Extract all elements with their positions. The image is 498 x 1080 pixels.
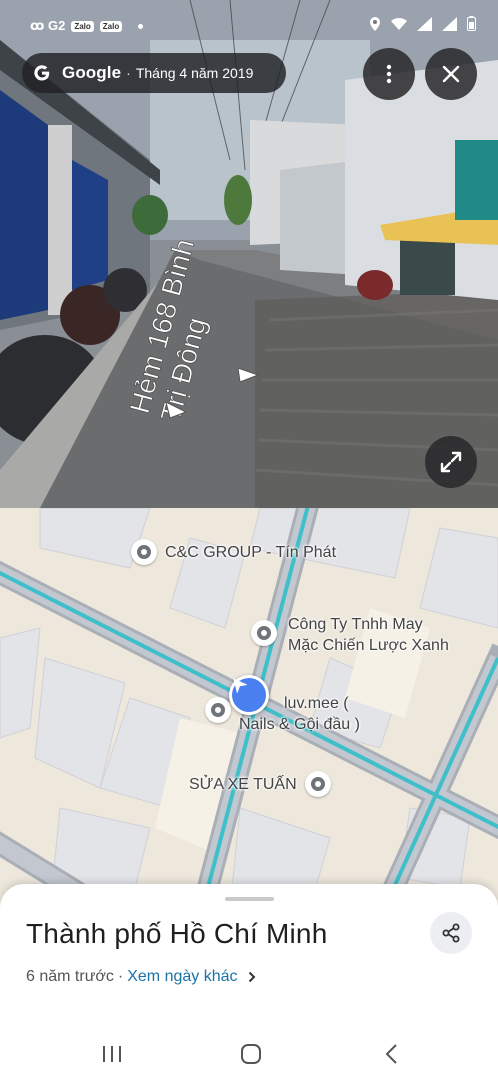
google-brand: Google — [62, 63, 122, 82]
separator-dot: · — [117, 968, 124, 985]
back-button[interactable] — [371, 1036, 411, 1072]
wifi-icon — [391, 17, 407, 30]
map-view[interactable]: C&C GROUP - Tín Phát Công Ty Tnhh May Mặ… — [0, 508, 498, 908]
recent-apps-button[interactable] — [92, 1036, 132, 1072]
system-nav-bar — [0, 1030, 498, 1080]
header-separator: · — [126, 65, 131, 81]
location-icon — [370, 16, 380, 31]
fullscreen-icon — [440, 451, 462, 473]
poi-label: Công Ty Tnhh May Mặc Chiến Lược Xanh — [288, 614, 449, 656]
close-icon — [442, 65, 460, 83]
poi-pin-icon — [131, 539, 157, 565]
poi-cc-group[interactable]: C&C GROUP - Tín Phát — [131, 539, 336, 565]
back-icon — [385, 1044, 397, 1064]
other-dates-link[interactable]: Xem ngày khác — [127, 968, 237, 986]
zalo-icon: Zalo — [99, 20, 123, 32]
google-g-icon — [34, 65, 50, 81]
close-button[interactable] — [425, 48, 477, 100]
share-icon — [442, 923, 460, 943]
zalo-icon: Zalo — [71, 20, 94, 32]
more-options-button[interactable] — [363, 48, 415, 100]
poi-label-line1: Công Ty Tnhh May — [288, 616, 423, 633]
share-button[interactable] — [430, 912, 472, 954]
home-button[interactable] — [231, 1036, 271, 1072]
more-vert-icon — [386, 64, 392, 84]
header-pill[interactable]: Google · Tháng 4 năm 2019 — [22, 53, 286, 93]
status-text: ꝏ G2 — [30, 18, 66, 33]
poi-label-line2: Mặc Chiến Lược Xanh — [288, 637, 449, 654]
notification-dot-icon — [138, 23, 144, 29]
signal-icon — [417, 16, 432, 31]
poi-pin-icon — [304, 771, 331, 797]
navigation-arrow-icon — [233, 678, 247, 693]
capture-info-row: 6 năm trước · Xem ngày khác — [26, 968, 256, 986]
expand-button[interactable] — [425, 436, 477, 488]
poi-label: SỬA XE TUẤN — [189, 775, 297, 793]
street-view-panorama[interactable]: Hẻm 168 Bình Trị Đông ꝏ G2 Zalo Zalo Goo… — [0, 0, 498, 508]
drag-handle[interactable] — [225, 897, 274, 901]
status-bar: ꝏ G2 Zalo Zalo — [0, 0, 498, 56]
place-title: Thành phố Hồ Chí Minh — [26, 918, 328, 949]
poi-pin-icon — [251, 620, 277, 646]
status-right — [369, 16, 476, 31]
poi-pin-icon — [205, 697, 231, 723]
poi-sua-xe-tuan[interactable]: SỬA XE TUẤN — [189, 771, 331, 797]
signal-icon — [442, 16, 457, 31]
home-icon — [241, 1044, 261, 1064]
capture-age: 6 năm trước — [26, 968, 114, 985]
poi-cong-ty-may[interactable]: Công Ty Tnhh May Mặc Chiến Lược Xanh — [251, 614, 449, 656]
capture-date: Tháng 4 năm 2019 — [135, 65, 254, 81]
status-left: ꝏ G2 Zalo Zalo — [30, 18, 144, 34]
battery-icon — [467, 16, 476, 31]
recent-apps-icon — [103, 1046, 121, 1062]
poi-luv-mee[interactable]: luv.mee ( Nails & Gội đầu ) — [205, 693, 360, 735]
poi-label-line2: Nails & Gội đầu ) — [239, 716, 360, 733]
chevron-right-icon[interactable] — [248, 971, 256, 983]
poi-label: C&C GROUP - Tín Phát — [165, 543, 337, 561]
current-view-marker[interactable] — [229, 675, 269, 715]
